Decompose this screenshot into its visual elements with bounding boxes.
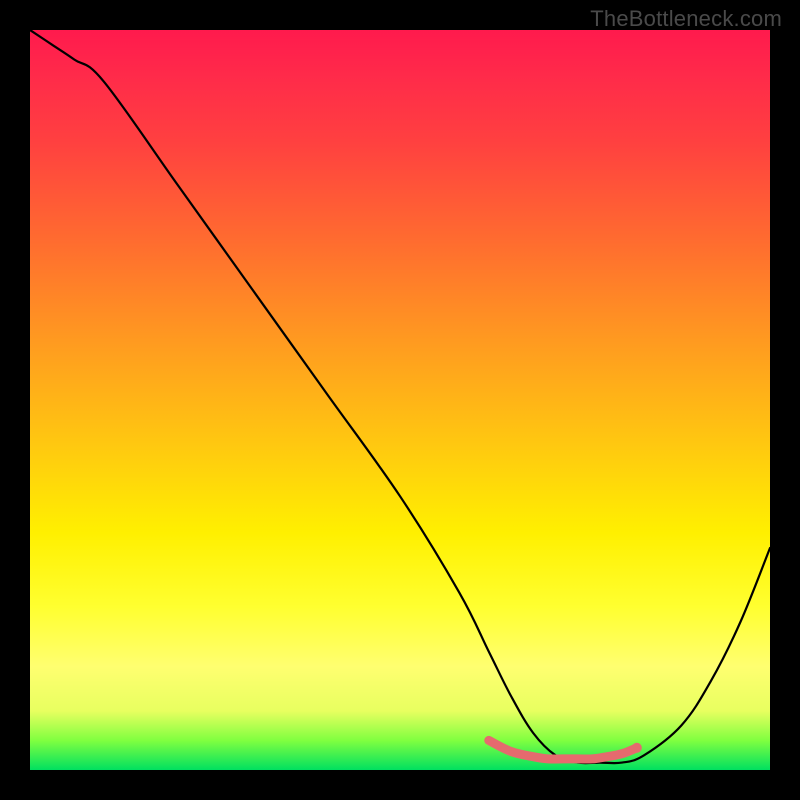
chart-container: TheBottleneck.com	[0, 0, 800, 800]
optimal-band-path	[489, 740, 637, 759]
bottleneck-curve-path	[30, 30, 770, 763]
optimal-band-end-dot	[632, 743, 642, 753]
watermark-text: TheBottleneck.com	[590, 6, 782, 32]
curve-svg	[30, 30, 770, 770]
plot-area	[30, 30, 770, 770]
